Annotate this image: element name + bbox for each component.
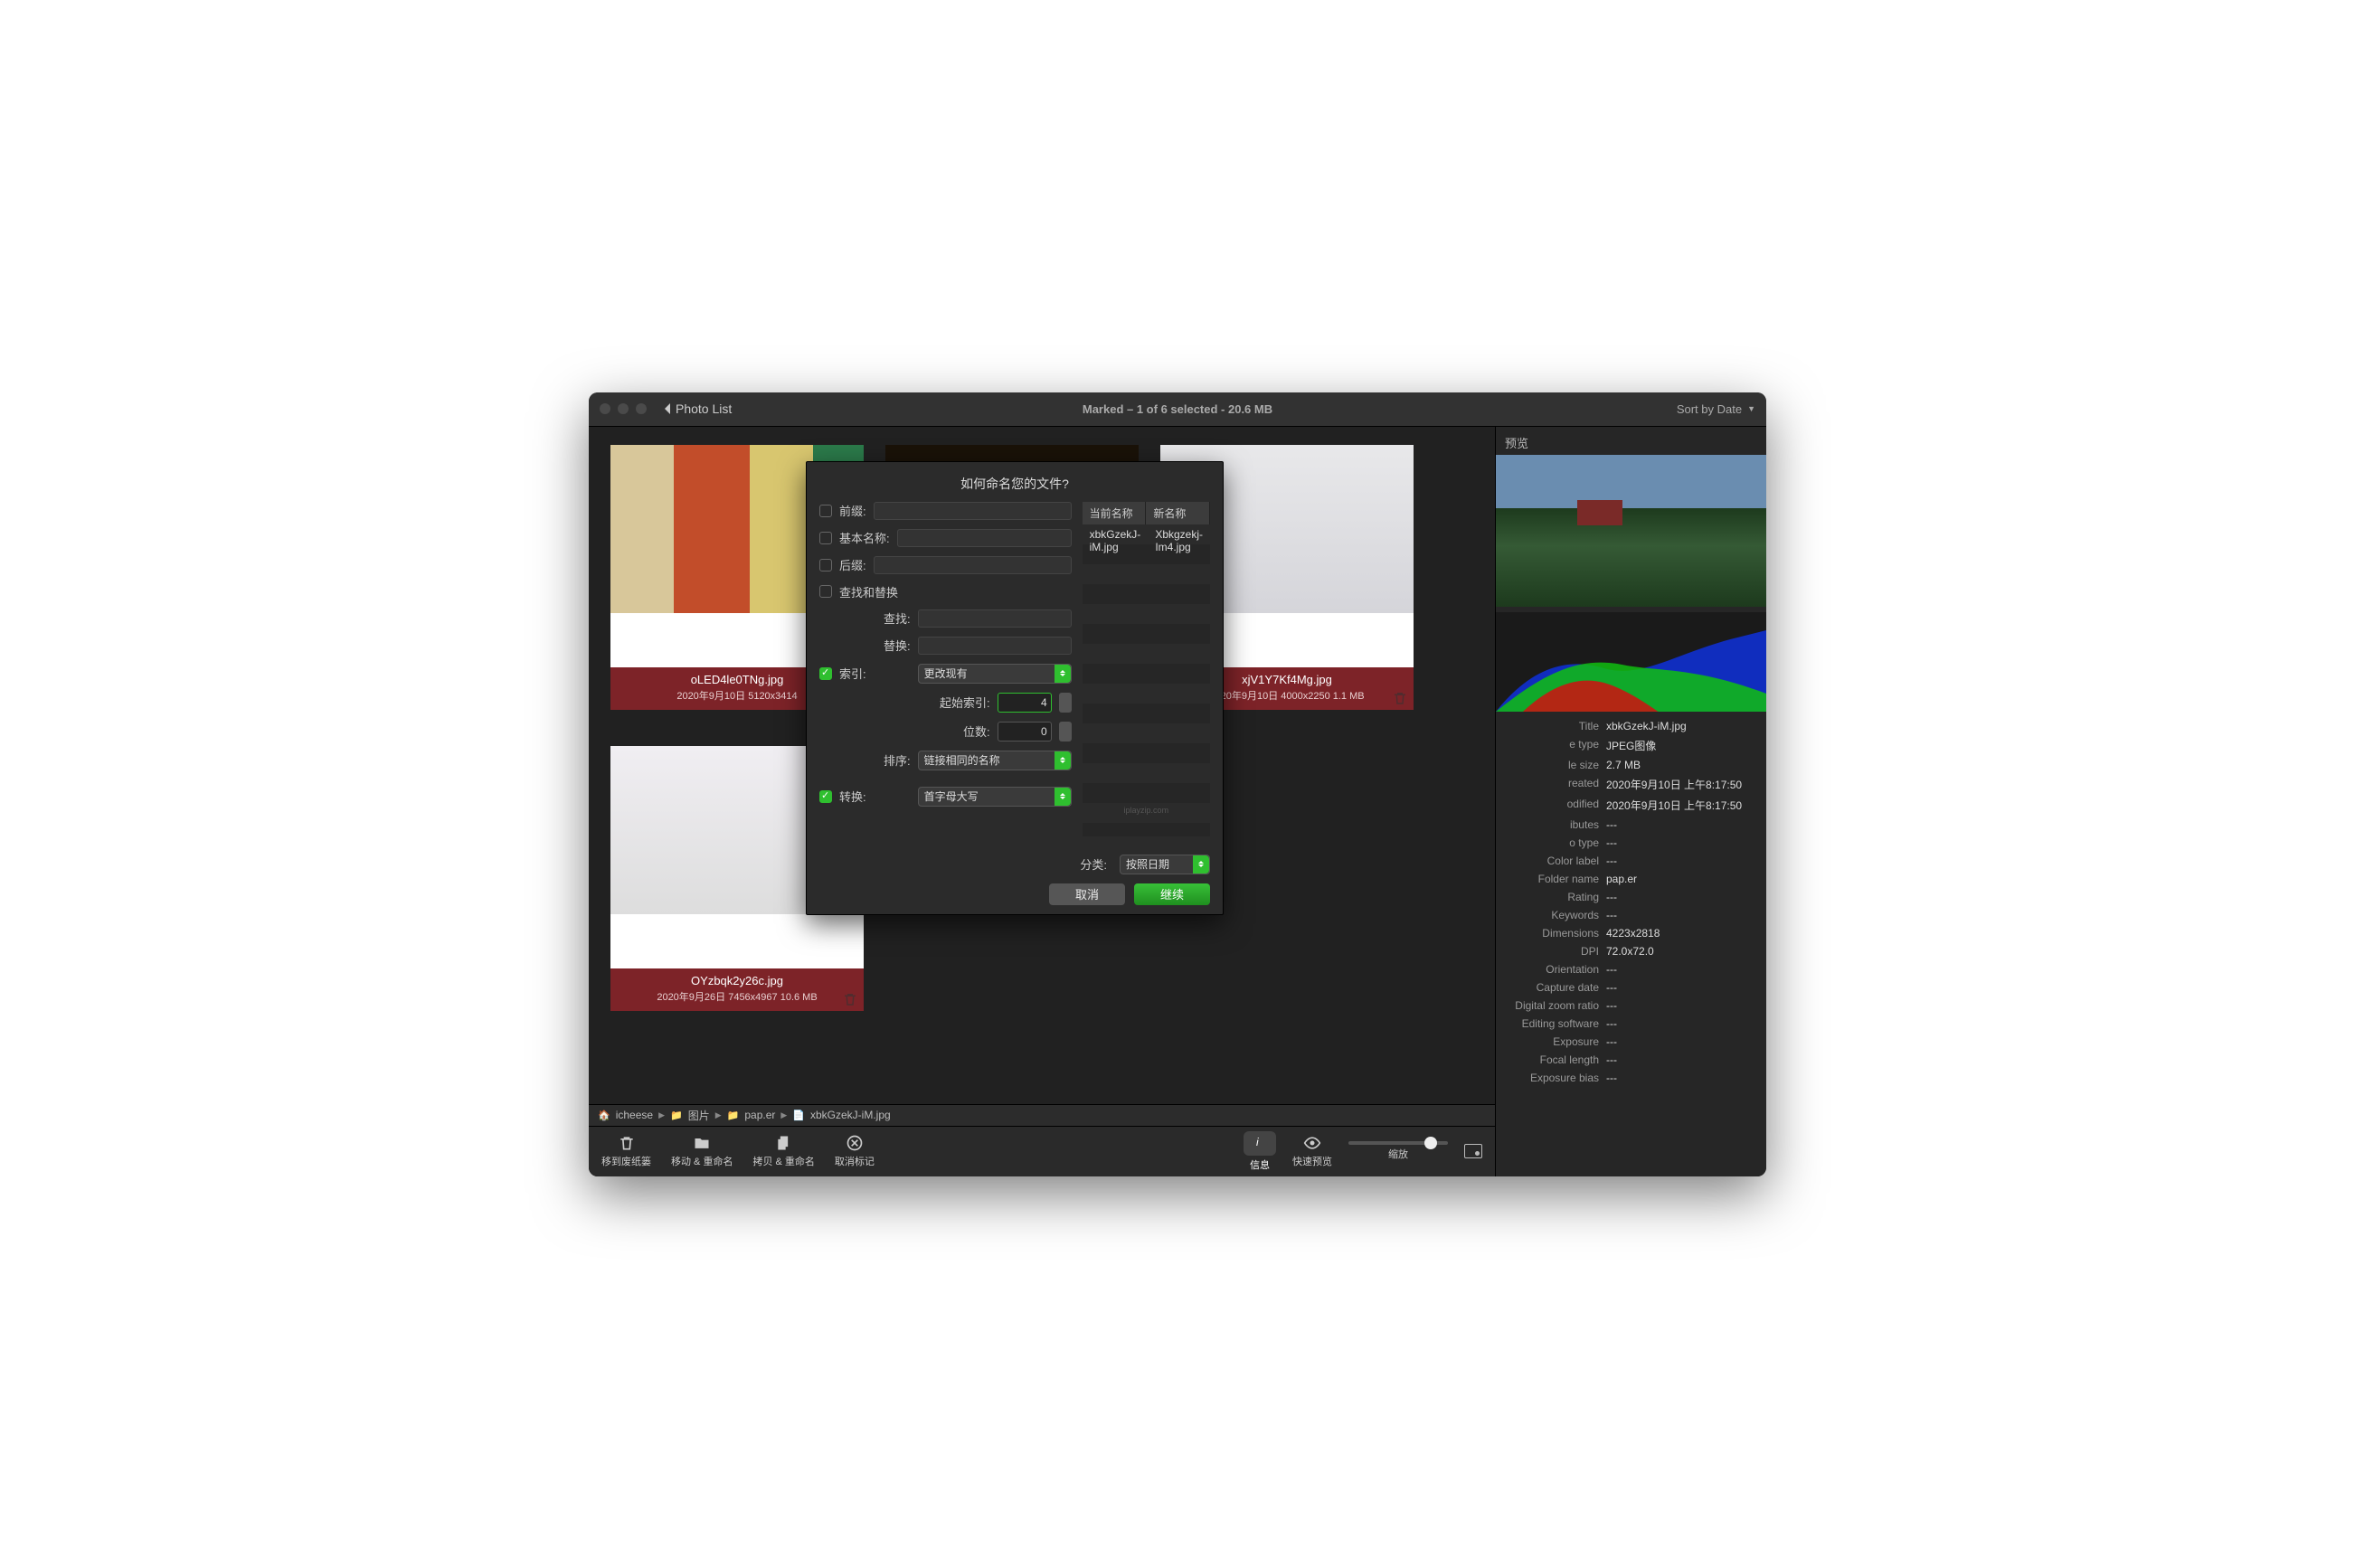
table-row — [1083, 584, 1210, 604]
table-row — [1083, 604, 1210, 624]
crumb-item[interactable]: 图片 — [688, 1108, 710, 1123]
back-button[interactable]: Photo List — [663, 401, 732, 416]
window-title: Marked – 1 of 6 selected - 20.6 MB — [1083, 402, 1272, 416]
meta-row: Editing software--- — [1505, 1015, 1757, 1033]
chevron-down-icon: ▼ — [1747, 404, 1755, 413]
bottom-toolbar: 移到废纸篓 移动 & 重命名 拷贝 & 重命名 取消标记 i信息 快速预览 缩放 — [589, 1126, 1495, 1176]
meta-row: Folder namepap.er — [1505, 870, 1757, 888]
prefix-checkbox[interactable] — [819, 505, 832, 517]
trash-icon[interactable] — [1392, 690, 1408, 706]
meta-row: odified2020年9月10日 上午8:17:50 — [1505, 795, 1757, 816]
start-index-stepper[interactable] — [1059, 693, 1072, 713]
traffic-lights[interactable] — [600, 403, 647, 414]
table-row — [1083, 644, 1210, 664]
table-row — [1083, 743, 1210, 763]
chevron-left-icon — [663, 402, 672, 415]
meta-row: e typeJPEG图像 — [1505, 735, 1757, 756]
category-select[interactable]: 按照日期 — [1120, 855, 1210, 874]
meta-row: Orientation--- — [1505, 960, 1757, 978]
table-row — [1083, 684, 1210, 704]
table-row — [1083, 564, 1210, 584]
meta-row: Capture date--- — [1505, 978, 1757, 997]
index-checkbox[interactable] — [819, 667, 832, 680]
meta-row: Exposure bias--- — [1505, 1069, 1757, 1087]
meta-row: Focal length--- — [1505, 1051, 1757, 1069]
table-row — [1083, 704, 1210, 723]
metadata-list: TitlexbkGzekJ-iM.jpge typeJPEG图像le size2… — [1496, 712, 1766, 1176]
thumb-meta: 2020年9月26日 7456x4967 10.6 MB — [618, 989, 856, 1004]
table-row — [1083, 763, 1210, 783]
rename-dialog: 如何命名您的文件? 前缀: 基本名称: 后缀: 查找和替换 查找: 替换: 索引… — [806, 461, 1224, 915]
table-row — [1083, 664, 1210, 684]
meta-row: Dimensions4223x2818 — [1505, 924, 1757, 942]
crumb-item[interactable]: pap.er — [744, 1109, 775, 1121]
meta-row: TitlexbkGzekJ-iM.jpg — [1505, 717, 1757, 735]
table-row — [1083, 723, 1210, 743]
digits-input[interactable] — [998, 722, 1052, 741]
table-row — [1083, 783, 1210, 803]
trash-button[interactable]: 移到废纸篓 — [601, 1134, 651, 1168]
findreplace-checkbox[interactable] — [819, 585, 832, 598]
transform-select[interactable]: 首字母大写 — [918, 787, 1072, 807]
crumb-item[interactable]: xbkGzekJ-iM.jpg — [810, 1109, 891, 1121]
zoom-control[interactable]: 缩放 — [1348, 1141, 1448, 1161]
digits-stepper[interactable] — [1059, 722, 1072, 741]
prefix-input[interactable] — [874, 502, 1072, 520]
meta-row: Rating--- — [1505, 888, 1757, 906]
meta-row: DPI72.0x72.0 — [1505, 942, 1757, 960]
crumb-item[interactable]: icheese — [616, 1109, 653, 1121]
titlebar: Photo List Marked – 1 of 6 selected - 20… — [589, 392, 1766, 427]
table-row: xbkGzekJ-iM.jpgXbkgzekj-Im4.jpg — [1083, 524, 1210, 544]
find-input[interactable] — [918, 609, 1072, 628]
index-mode-select[interactable]: 更改现有 — [918, 664, 1072, 684]
main-pane: oLED4le0TNg.jpg 2020年9月10日 5120x3414 L9S… — [589, 427, 1495, 1176]
copy-rename-button[interactable]: 拷贝 & 重命名 — [752, 1134, 814, 1168]
basename-checkbox[interactable] — [819, 532, 832, 544]
info-button[interactable]: i信息 — [1244, 1131, 1276, 1172]
suffix-checkbox[interactable] — [819, 559, 832, 571]
dialog-title: 如何命名您的文件? — [807, 462, 1223, 502]
quicklook-button[interactable]: 快速预览 — [1292, 1134, 1332, 1168]
continue-button[interactable]: 继续 — [1134, 883, 1210, 905]
cancel-button[interactable]: 取消 — [1049, 883, 1125, 905]
table-row — [1083, 624, 1210, 644]
histogram — [1496, 612, 1766, 712]
table-row — [1083, 544, 1210, 564]
meta-row: le size2.7 MB — [1505, 756, 1757, 774]
meta-row: o type--- — [1505, 834, 1757, 852]
transform-checkbox[interactable] — [819, 790, 832, 803]
meta-row: Keywords--- — [1505, 906, 1757, 924]
replace-input[interactable] — [918, 637, 1072, 655]
preview-label: 预览 — [1496, 427, 1766, 455]
unmark-button[interactable]: 取消标记 — [835, 1134, 875, 1168]
dialog-options: 前缀: 基本名称: 后缀: 查找和替换 查找: 替换: 索引:更改现有 起始索引… — [819, 502, 1072, 836]
basename-input[interactable] — [897, 529, 1072, 547]
inspector-panel: 预览 TitlexbkGzekJ-iM.jpge typeJPEG图像le si… — [1495, 427, 1766, 1176]
meta-row: Exposure--- — [1505, 1033, 1757, 1051]
meta-row: reated2020年9月10日 上午8:17:50 — [1505, 774, 1757, 795]
sort-select[interactable]: 链接相同的名称 — [918, 751, 1072, 770]
meta-row: Digital zoom ratio--- — [1505, 997, 1757, 1015]
preview-table: 当前名称新名称 xbkGzekJ-iM.jpgXbkgzekj-Im4.jpg … — [1083, 502, 1210, 836]
app-window: Photo List Marked – 1 of 6 selected - 20… — [589, 392, 1766, 1176]
trash-icon[interactable] — [842, 991, 858, 1007]
zoom-slider[interactable] — [1348, 1141, 1448, 1145]
thumb-filename: OYzbqk2y26c.jpg — [618, 974, 856, 987]
meta-row: Color label--- — [1505, 852, 1757, 870]
fit-icon[interactable] — [1464, 1144, 1482, 1158]
back-label: Photo List — [676, 401, 732, 416]
preview-image — [1496, 455, 1766, 607]
meta-row: ibutes--- — [1505, 816, 1757, 834]
start-index-input[interactable] — [998, 693, 1052, 713]
sort-button[interactable]: Sort by Date▼ — [1677, 402, 1755, 416]
suffix-input[interactable] — [874, 556, 1072, 574]
move-rename-button[interactable]: 移动 & 重命名 — [671, 1134, 733, 1168]
svg-text:i: i — [1256, 1136, 1259, 1148]
breadcrumb[interactable]: 🏠icheese▶📁图片▶📁pap.er▶📄xbkGzekJ-iM.jpg — [589, 1104, 1495, 1126]
